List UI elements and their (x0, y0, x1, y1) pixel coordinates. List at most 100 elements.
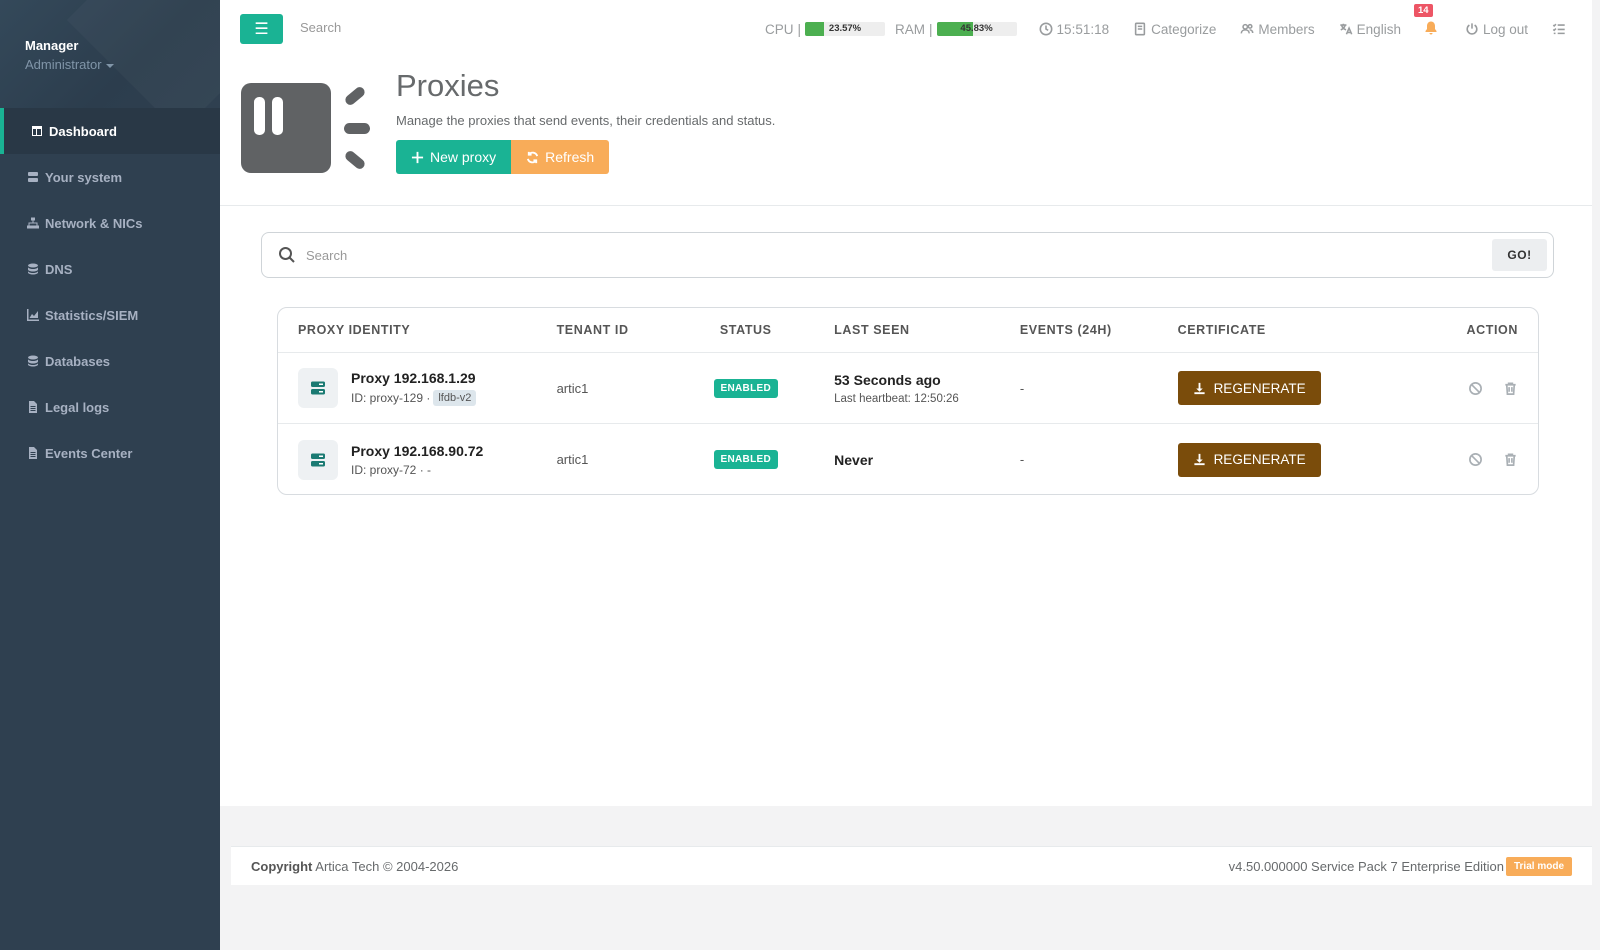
server-icon (298, 439, 338, 480)
proxy-id: ID: proxy-129 · (351, 391, 431, 405)
notifications-button[interactable]: 14 (1413, 3, 1439, 39)
sidebar-item-events-center[interactable]: Events Center (0, 430, 220, 476)
notification-count-badge: 14 (1413, 3, 1433, 17)
table-icon (31, 125, 43, 137)
sidebar-item-label: Databases (45, 353, 111, 369)
proxy-identity-cell: Proxy 192.168.90.72 ID: proxy-72 · - (278, 439, 557, 480)
search-icon (279, 247, 295, 263)
file-icon (27, 447, 39, 459)
proxies-table: PROXY IDENTITY TENANT ID STATUS LAST SEE… (277, 307, 1539, 495)
proxy-tag: lfdb-v2 (433, 390, 477, 406)
sitemap-icon (27, 217, 39, 229)
clock-time: 15:51:18 (1056, 21, 1110, 37)
power-icon (1466, 23, 1478, 35)
regenerate-certificate-button[interactable]: REGENERATE (1177, 371, 1321, 405)
cpu-label: CPU (765, 21, 794, 37)
footer: Copyright Artica Tech © 2004-2026 v4.50.… (231, 846, 1592, 885)
server-icon (27, 171, 39, 183)
members-label: Members (1258, 21, 1315, 37)
ram-separator: | (929, 21, 933, 37)
tasks-button[interactable] (1552, 22, 1570, 36)
menu-toggle-button[interactable]: ☰ (240, 14, 283, 44)
profile-block: Manager Administrator (0, 0, 220, 108)
members-link[interactable]: Members (1240, 21, 1315, 37)
new-proxy-button[interactable]: New proxy (396, 140, 512, 174)
go-button[interactable]: GO! (1492, 239, 1547, 271)
trash-icon[interactable] (1503, 381, 1518, 396)
ram-label: RAM (895, 21, 926, 37)
logout-link[interactable]: Log out (1465, 22, 1528, 37)
col-proxy-identity: PROXY IDENTITY (298, 323, 411, 337)
col-last-seen: LAST SEEN (834, 323, 910, 337)
scrollbar-track[interactable] (1592, 58, 1600, 806)
refresh-button[interactable]: Refresh (511, 140, 610, 174)
cpu-meter: CPU | 23.57% (765, 21, 886, 37)
categorize-link[interactable]: Categorize (1133, 22, 1216, 37)
col-tenant-id: TENANT ID (556, 323, 629, 337)
database-icon (27, 263, 39, 275)
logout-label: Log out (1482, 21, 1528, 37)
profile-name: Manager (25, 38, 79, 53)
regenerate-label: REGENERATE (1213, 452, 1306, 467)
top-right-group: CPU | 23.57% RAM | 45.83% 15:51:18 Categ… (765, 0, 1592, 58)
trash-icon[interactable] (1503, 452, 1518, 467)
sidebar-item-label: Network & NICs (45, 215, 143, 231)
sidebar-item-label: Legal logs (45, 399, 110, 415)
col-events: EVENTS (24H) (1019, 323, 1112, 337)
page-header: Proxies Manage the proxies that send eve… (220, 58, 1592, 206)
header-button-group: New proxy Refresh (396, 140, 610, 174)
proxy-identity-cell: Proxy 192.168.1.29 ID: proxy-129 · lfdb-v… (278, 368, 557, 408)
clock: 15:51:18 (1039, 21, 1110, 37)
status-badge[interactable]: ENABLED (713, 450, 778, 469)
sidebar-item-label: Dashboard (49, 123, 117, 139)
ram-meter: RAM | 45.83% (895, 22, 1017, 37)
proxy-search-input[interactable] (306, 247, 1492, 263)
col-status: STATUS (719, 323, 772, 337)
bell-icon (1425, 21, 1437, 34)
tenant-id: artic1 (556, 380, 589, 396)
clock-icon (1039, 22, 1053, 36)
tenant-id: artic1 (556, 452, 589, 467)
profile-role-label: Administrator (25, 57, 102, 72)
table-header: PROXY IDENTITY TENANT ID STATUS LAST SEE… (278, 308, 1538, 353)
version-text: v4.50.000000 Service Pack 7 Enterprise E… (1228, 858, 1504, 874)
sidebar-item-label: Events Center (45, 445, 133, 461)
proxy-name[interactable]: Proxy 192.168.1.29 (351, 370, 476, 386)
language-selector[interactable]: English (1339, 22, 1401, 37)
last-seen: Never (834, 451, 874, 468)
chart-icon (27, 309, 39, 321)
top-navbar: ☰ CPU | 23.57% RAM | 45.83% 15:51:18 Cat… (220, 0, 1592, 58)
sidebar-item-dns[interactable]: DNS (0, 246, 220, 292)
sidebar-item-dashboard[interactable]: Dashboard (0, 108, 220, 154)
proxy-search-bar: GO! (261, 232, 1554, 278)
events-count: - (1019, 452, 1025, 467)
sidebar-item-statistics[interactable]: Statistics/SIEM (0, 292, 220, 338)
sidebar-item-network[interactable]: Network & NICs (0, 200, 220, 246)
refresh-label: Refresh (545, 149, 595, 165)
proxy-name[interactable]: Proxy 192.168.90.72 (351, 443, 483, 459)
download-icon (1193, 453, 1205, 466)
file-icon (27, 401, 39, 413)
page-title: Proxies (396, 68, 500, 103)
sidebar-item-databases[interactable]: Databases (0, 338, 220, 384)
regenerate-certificate-button[interactable]: REGENERATE (1177, 442, 1321, 477)
table-row: Proxy 192.168.1.29 ID: proxy-129 · lfdb-v… (278, 353, 1538, 424)
sidebar-item-legal-logs[interactable]: Legal logs (0, 384, 220, 430)
translate-icon (1339, 23, 1353, 35)
sidebar-item-label: DNS (45, 261, 73, 277)
table-row: Proxy 192.168.90.72 ID: proxy-72 · - art… (278, 424, 1538, 494)
disable-icon[interactable] (1468, 452, 1483, 467)
last-heartbeat: Last heartbeat: 12:50:26 (834, 392, 959, 405)
top-search-input[interactable] (300, 20, 500, 35)
status-badge[interactable]: ENABLED (713, 378, 778, 398)
last-seen: 53 Seconds ago (834, 371, 941, 388)
profile-role-dropdown[interactable]: Administrator (25, 57, 195, 72)
sidebar-nav: Dashboard Your system Network & NICs DNS… (0, 108, 220, 476)
disable-icon[interactable] (1468, 381, 1483, 396)
cpu-separator: | (797, 21, 802, 37)
regenerate-label: REGENERATE (1213, 380, 1306, 396)
new-proxy-label: New proxy (430, 149, 497, 165)
sidebar-item-your-system[interactable]: Your system (0, 154, 220, 200)
caret-down-icon (105, 63, 114, 68)
categorize-label: Categorize (1151, 21, 1217, 37)
